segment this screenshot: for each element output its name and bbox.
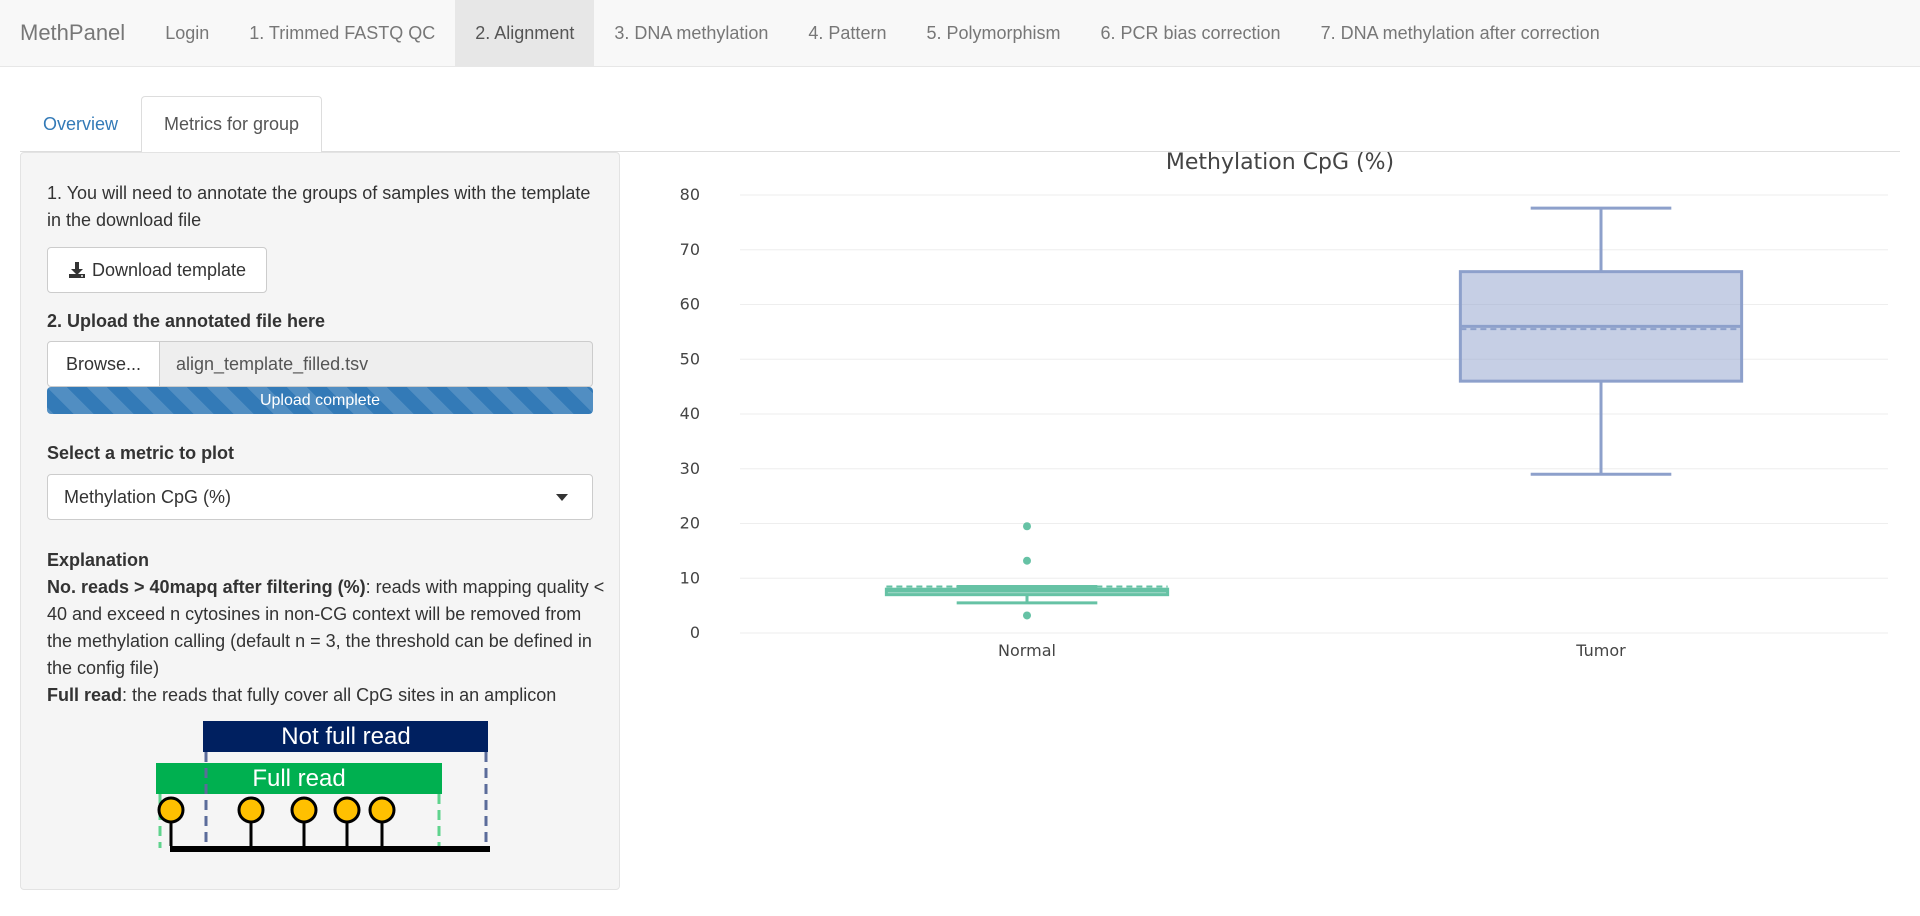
cpg-site-icon (333, 796, 361, 824)
explanation-paragraph-1: No. reads > 40mapq after filtering (%): … (47, 574, 607, 682)
file-upload-group: Browse... align_template_filled.tsv (47, 341, 593, 387)
nav-item-pcr-bias-correction[interactable]: 6. PCR bias correction (1081, 0, 1301, 66)
box-normal: Normal (884, 522, 1170, 660)
y-tick-label: 50 (680, 349, 700, 368)
metric-select-label: Select a metric to plot (47, 443, 235, 463)
y-tick-label: 30 (680, 459, 700, 478)
nav-item-polymorphism[interactable]: 5. Polymorphism (906, 0, 1080, 66)
cpg-site-icon (157, 796, 185, 824)
step1-instructions: 1. You will need to annotate the groups … (47, 183, 591, 230)
file-name-field[interactable]: align_template_filled.tsv (160, 341, 593, 387)
download-template-button[interactable]: Download template (47, 247, 267, 293)
full-read-diagram: Not full read Full read (156, 721, 490, 852)
tab-overview[interactable]: Overview (20, 96, 141, 152)
outlier-point (1023, 556, 1031, 565)
y-tick-label: 20 (680, 514, 700, 533)
nav-item-trimmed-fastq-qc[interactable]: 1. Trimmed FASTQ QC (229, 0, 455, 66)
x-tick-label: Normal (998, 641, 1056, 660)
metric-select-value: Methylation CpG (%) (64, 486, 232, 507)
metric-select[interactable]: Methylation CpG (%) (47, 474, 593, 520)
cpg-site-icon (290, 796, 318, 824)
explanation-title: Explanation (47, 550, 150, 570)
y-tick-label: 60 (680, 295, 700, 314)
outlier-point (1023, 611, 1031, 620)
y-tick-label: 40 (680, 404, 700, 423)
outlier-point (1023, 522, 1031, 531)
explanation-paragraph-2: Full read: the reads that fully cover al… (47, 682, 607, 709)
sidebar-panel: 1. You will need to annotate the groups … (20, 152, 620, 890)
full-read-label: Full read (252, 765, 345, 792)
cpg-site-icon (237, 796, 265, 824)
explanation-term-mapq: No. reads > 40mapq after filtering (%) (47, 577, 366, 597)
y-tick-label: 10 (680, 568, 700, 587)
download-template-label: Download template (91, 259, 247, 280)
browse-button[interactable]: Browse... (47, 341, 160, 387)
tab-metrics-for-group[interactable]: Metrics for group (141, 96, 323, 153)
not-full-read-label: Not full read (281, 723, 410, 750)
chart-title: Methylation CpG (%) (1166, 150, 1394, 175)
brand-logo[interactable]: MethPanel (0, 0, 145, 66)
methylation-box-plot[interactable]: Methylation CpG (%) 0 10 20 30 40 50 60 70 80 No… (660, 140, 1900, 700)
amplicon-line (170, 846, 490, 852)
navbar: MethPanel Login 1. Trimmed FASTQ QC 2. A… (0, 0, 1920, 67)
y-tick-label: 70 (680, 240, 700, 259)
cpg-site-icon (368, 796, 396, 824)
nav-item-pattern[interactable]: 4. Pattern (788, 0, 906, 66)
y-tick-label: 80 (680, 185, 700, 204)
upload-progress-bar: Upload complete (259, 391, 381, 409)
nav-item-dna-methylation[interactable]: 3. DNA methylation (594, 0, 788, 66)
explanation-term-full-read: Full read (47, 685, 123, 705)
y-tick-label: 0 (690, 623, 700, 642)
explanation-text-full-read: : the reads that fully cover all CpG sit… (122, 685, 557, 705)
box-tumor: Tumor (1458, 206, 1744, 660)
download-icon (68, 261, 86, 279)
nav-item-alignment[interactable]: 2. Alignment (455, 0, 595, 66)
x-tick-label: Tumor (1575, 641, 1626, 660)
nav-item-login[interactable]: Login (145, 0, 229, 66)
chevron-down-icon (556, 494, 568, 501)
nav-item-methylation-after-correction[interactable]: 7. DNA methylation after correction (1301, 0, 1620, 66)
upload-progress: Upload complete (47, 387, 593, 414)
upload-label: 2. Upload the annotated file here (47, 311, 326, 331)
